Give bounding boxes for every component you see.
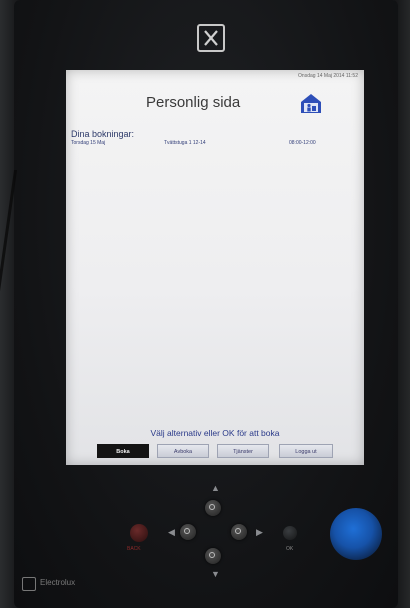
nav-up-key[interactable]: [205, 500, 221, 516]
ok-key[interactable]: [283, 526, 297, 540]
instruction-text: Välj alternativ eller OK för att boka: [150, 428, 280, 438]
datetime: Onsdag 14 Maj 2014 11:52: [298, 73, 358, 79]
softkey-bar: Boka Avboka Tjänster Logga ut: [97, 444, 335, 459]
arrow-up-icon: ▲: [211, 483, 220, 493]
arrow-right-icon: ▶: [256, 527, 263, 537]
cancel-booking-button[interactable]: Avboka: [157, 444, 209, 458]
booking-time: 08:00-12:00: [289, 140, 316, 146]
booking-room: Tvättstuga 1 12-14: [164, 140, 206, 146]
booking-row[interactable]: Torsdag 15 Maj Tvättstuga 1 12-14 08:00-…: [71, 140, 359, 149]
arrow-left-icon: ◀: [168, 527, 175, 537]
booking-day: Torsdag 15 Maj: [71, 140, 106, 146]
services-button[interactable]: Tjänster: [217, 444, 269, 458]
electrolux-logo-icon: [197, 24, 225, 52]
page-title: Personlig sida: [146, 94, 241, 111]
touch-screen: Onsdag 14 Maj 2014 11:52 Personlig sida …: [66, 70, 364, 465]
nav-down-key[interactable]: [205, 548, 221, 564]
logout-button[interactable]: Logga ut: [279, 444, 333, 458]
back-label: BACK: [127, 546, 141, 552]
card-reader-icon[interactable]: [330, 508, 382, 560]
electrolux-small-logo-icon: [22, 577, 36, 591]
footer-brand: Electrolux: [40, 578, 76, 587]
ok-label: OK: [286, 546, 294, 552]
arrow-down-icon: ▼: [211, 569, 220, 579]
home-person-icon[interactable]: [299, 92, 323, 114]
book-button[interactable]: Boka: [97, 444, 149, 458]
bookings-label: Dina bokningar:: [71, 129, 135, 139]
nav-right-key[interactable]: [231, 524, 247, 540]
footer-logo: Electrolux: [22, 574, 117, 594]
back-key[interactable]: [130, 524, 148, 542]
nav-left-key[interactable]: [180, 524, 196, 540]
